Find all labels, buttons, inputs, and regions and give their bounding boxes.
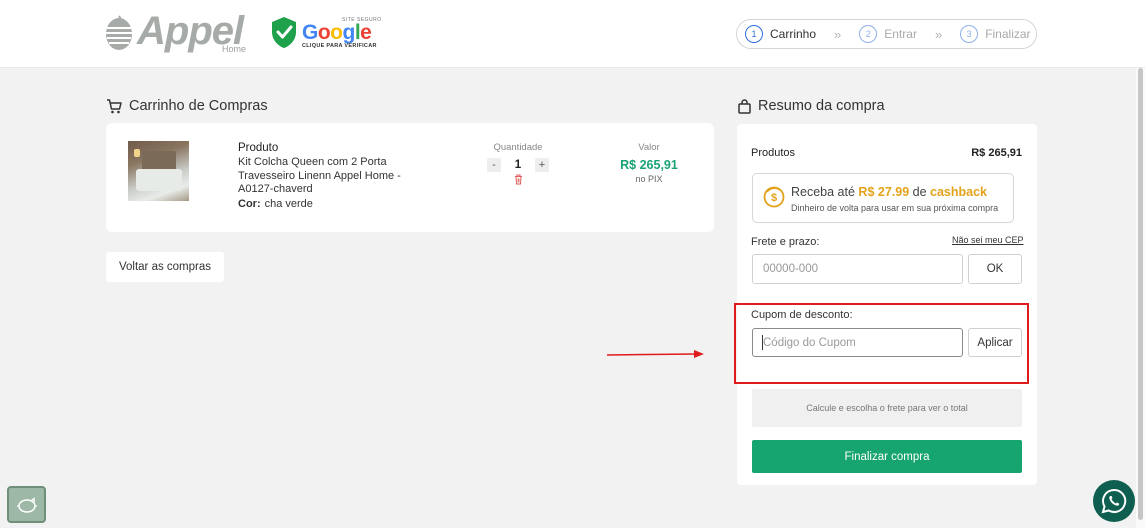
cookie-settings-button[interactable] (7, 486, 46, 523)
products-label: Produtos (751, 147, 796, 159)
trash-icon[interactable] (514, 174, 523, 185)
price-label: Valor (638, 142, 660, 153)
product-image[interactable] (128, 141, 189, 201)
price-block: Valor R$ 265,91 no PIX (614, 142, 684, 184)
appel-logo-icon (106, 15, 132, 50)
scrollbar-thumb[interactable] (1138, 68, 1143, 520)
step-number: 1 (745, 25, 763, 43)
header: Appel Home SITE SEGURO Google CLIQUE PAR… (0, 0, 1145, 68)
cart-item-card: Produto Kit Colcha Queen com 2 Porta Tra… (106, 123, 714, 232)
step-number: 2 (859, 25, 878, 43)
product-name[interactable]: Kit Colcha Queen com 2 Porta Travesseiro… (238, 156, 438, 197)
attribute-label: Cor: (238, 197, 261, 210)
coupon-highlight-box (734, 303, 1029, 384)
cep-input[interactable] (752, 254, 963, 284)
quantity-label: Quantidade (493, 142, 543, 153)
checkout-steps: 1 Carrinho » 2 Entrar » 3 Finalizar (736, 19, 1037, 49)
step-number: 3 (960, 25, 979, 43)
total-note: Calcule e escolha o frete para ver o tot… (752, 389, 1022, 427)
google-letter: o (330, 20, 343, 44)
bag-icon (738, 98, 751, 114)
step-separator-icon: » (934, 26, 942, 42)
cart-title: Carrinho de Compras (129, 98, 268, 114)
cashback-amount: R$ 27.99 (858, 185, 910, 199)
svg-text:$: $ (771, 192, 777, 204)
google-shield-icon (272, 17, 296, 48)
products-value: R$ 265,91 (971, 147, 1022, 159)
whatsapp-button[interactable] (1093, 480, 1135, 522)
cart-icon (107, 98, 122, 113)
step-label: Finalizar (985, 27, 1031, 41)
cashback-subtitle: Dinheiro de volta para usar em sua próxi… (791, 203, 999, 213)
unknown-cep-link[interactable]: Não sei meu CEP (952, 235, 1024, 245)
back-to-shopping-button[interactable]: Voltar as compras (106, 252, 224, 282)
cashback-prefix: Receba até (791, 185, 855, 199)
cashback-coin-icon: $ (763, 186, 785, 208)
cart-section-title: Carrinho de Compras (106, 98, 268, 114)
step-label: Entrar (884, 27, 917, 41)
shipping-label: Frete e prazo: (751, 236, 820, 248)
quantity-decrease-button[interactable]: - (487, 158, 501, 172)
price-value: R$ 265,91 (620, 158, 678, 172)
google-letter: G (302, 20, 318, 44)
quantity-value: 1 (514, 159, 522, 171)
logo-subtitle: Home (222, 44, 247, 54)
cashback-middle: de (912, 185, 927, 199)
finish-purchase-button[interactable]: Finalizar compra (752, 440, 1022, 473)
cashback-banner: $ Receba até R$ 27.99 de cashback Dinhei… (752, 173, 1014, 223)
google-badge-cta: CLIQUE PARA VERIFICAR (302, 42, 377, 49)
step-entrar[interactable]: 2 Entrar (859, 25, 917, 43)
quantity-control: Quantidade - 1 + (478, 142, 558, 185)
cashback-keyword: cashback (930, 185, 988, 199)
product-header: Produto (238, 142, 279, 154)
cep-ok-button[interactable]: OK (968, 254, 1022, 284)
product-attribute: Cor: cha verde (238, 198, 438, 210)
attribute-value: cha verde (264, 197, 313, 210)
red-arrow-annotation (606, 350, 704, 358)
price-subtitle: no PIX (635, 174, 663, 184)
step-label: Carrinho (770, 27, 817, 41)
summary-section-title: Resumo da compra (738, 98, 885, 114)
google-letter: o (317, 20, 331, 44)
google-letter: g (342, 20, 356, 44)
cookie-icon (16, 496, 37, 513)
google-letter: e (360, 20, 372, 44)
quantity-increase-button[interactable]: + (535, 158, 549, 172)
step-separator-icon: » (834, 26, 841, 42)
cashback-title: Receba até R$ 27.99 de cashback (791, 185, 987, 199)
step-carrinho[interactable]: 1 Carrinho (745, 25, 816, 43)
google-safe-site-badge[interactable]: SITE SEGURO Google CLIQUE PARA VERIFICAR (270, 16, 382, 49)
google-word: Google (302, 20, 372, 44)
products-row: Produtos R$ 265,91 (751, 147, 1022, 159)
summary-title: Resumo da compra (758, 98, 885, 114)
whatsapp-icon (1101, 488, 1127, 514)
product-info: Produto Kit Colcha Queen com 2 Porta Tra… (238, 142, 438, 210)
step-finalizar[interactable]: 3 Finalizar (960, 25, 1031, 43)
